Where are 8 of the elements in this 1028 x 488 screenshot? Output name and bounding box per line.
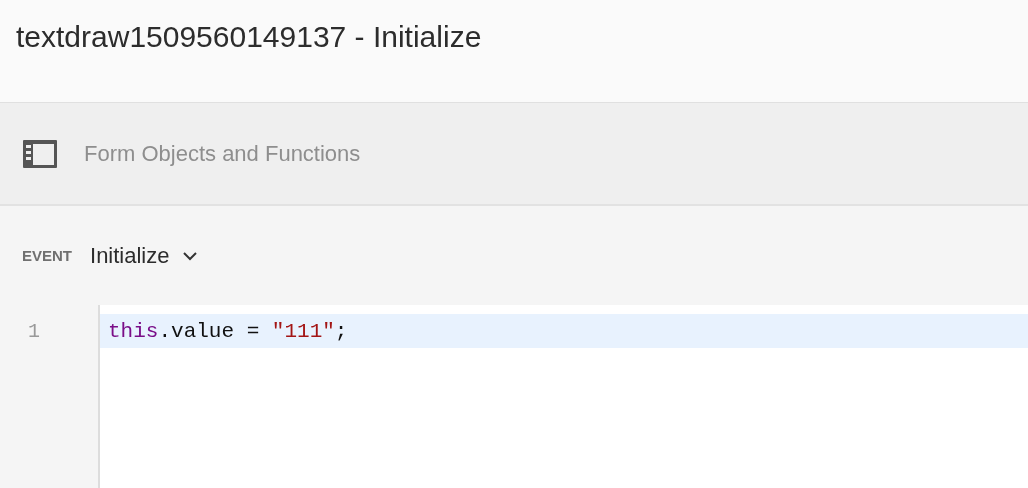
event-label: EVENT	[22, 247, 72, 264]
panel-toggle-icon[interactable]	[22, 138, 58, 169]
chevron-down-icon	[181, 250, 198, 261]
line-number: 1	[28, 319, 40, 343]
panel-label: Form Objects and Functions	[84, 140, 361, 167]
window-title: textdraw1509560149137 - Initialize	[16, 20, 482, 54]
code-text: this.value = "111";	[108, 319, 348, 343]
event-dropdown[interactable]: Initialize	[86, 240, 202, 271]
